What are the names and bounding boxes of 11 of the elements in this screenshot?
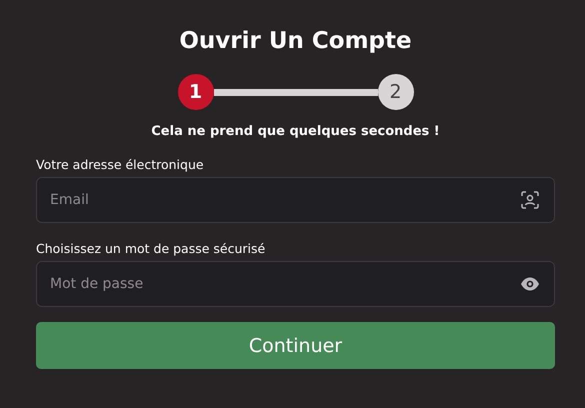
eye-icon[interactable]: [521, 278, 539, 290]
page-title: Ouvrir Un Compte: [178, 27, 413, 56]
field-label: Votre adresse électronique: [36, 157, 205, 172]
subtitle: Cela ne prend que quelques secondes !: [150, 124, 441, 139]
field-label: Choisissez un mot de passe sécurisé: [36, 241, 266, 256]
step-circle: 2: [378, 74, 414, 110]
step-circle: 1: [178, 74, 214, 110]
continue-button[interactable]: Continuer: [36, 322, 555, 369]
face-scan-icon: [521, 191, 539, 209]
password-field[interactable]: Mot de passe: [36, 261, 555, 307]
email-field[interactable]: Email: [36, 177, 555, 223]
